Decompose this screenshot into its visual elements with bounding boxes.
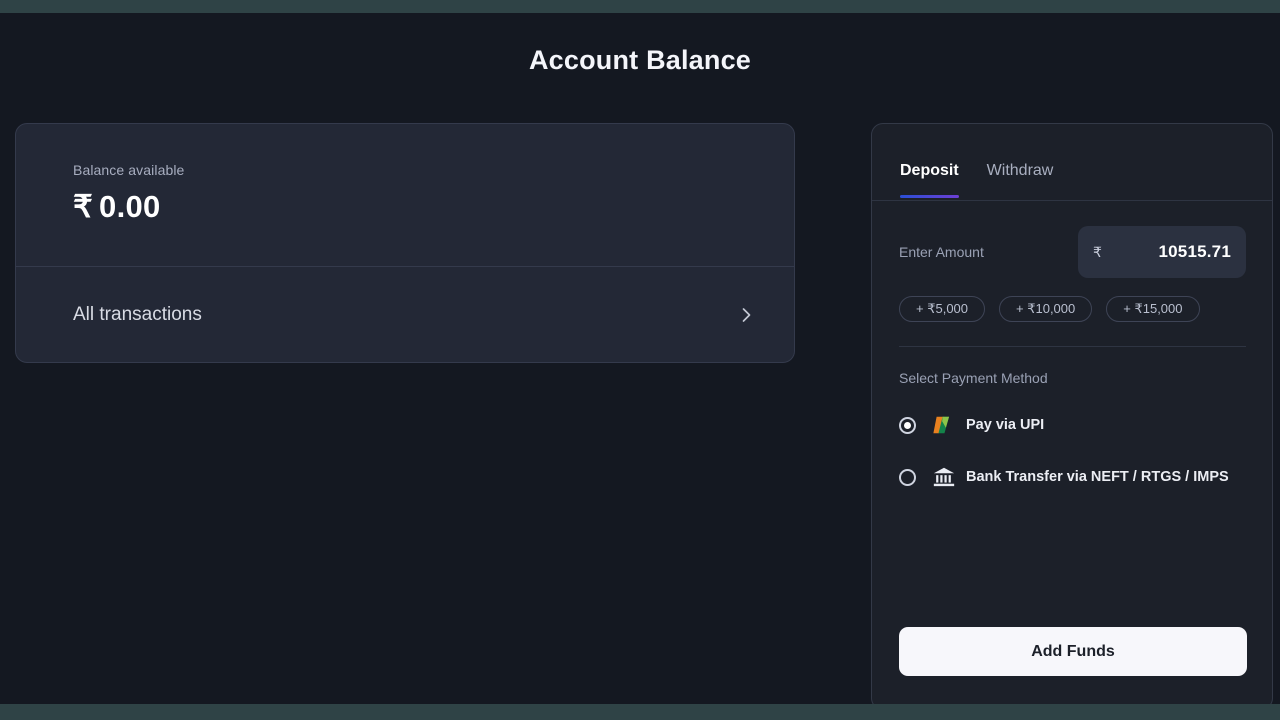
tab-withdraw[interactable]: Withdraw bbox=[987, 162, 1054, 198]
panel-body: Enter Amount ₹ 10515.71 + ₹5,000 + ₹10,0… bbox=[872, 201, 1272, 704]
tab-deposit[interactable]: Deposit bbox=[900, 162, 959, 198]
bank-building-icon bbox=[931, 464, 957, 490]
add-funds-button[interactable]: Add Funds bbox=[899, 627, 1247, 676]
app-viewport: Account Balance Balance available ₹0.00 … bbox=[0, 13, 1280, 704]
deposit-panel: Deposit Withdraw Enter Amount ₹ 10515.71… bbox=[871, 123, 1273, 704]
section-divider bbox=[899, 346, 1246, 347]
balance-card: Balance available ₹0.00 All transactions bbox=[15, 123, 795, 363]
balance-amount: ₹0.00 bbox=[73, 189, 794, 225]
amount-input-value: 10515.71 bbox=[1158, 242, 1231, 261]
amount-input[interactable]: ₹ 10515.71 bbox=[1078, 226, 1246, 278]
amount-row: Enter Amount ₹ 10515.71 bbox=[899, 226, 1246, 278]
rupee-symbol-icon: ₹ bbox=[1093, 243, 1102, 260]
all-transactions-label: All transactions bbox=[73, 304, 202, 325]
balance-amount-value: 0.00 bbox=[99, 189, 161, 224]
quick-amount-5000[interactable]: + ₹5,000 bbox=[899, 296, 986, 322]
radio-upi[interactable] bbox=[899, 416, 916, 434]
rupee-symbol-icon: ₹ bbox=[73, 189, 94, 224]
browser-chrome-top bbox=[0, 0, 1280, 13]
all-transactions-row[interactable]: All transactions bbox=[16, 267, 794, 362]
select-payment-method-label: Select Payment Method bbox=[899, 370, 1048, 386]
quick-amount-15000[interactable]: + ₹15,000 bbox=[1106, 296, 1200, 322]
browser-chrome-bottom bbox=[0, 704, 1280, 720]
payment-option-upi-label: Pay via UPI bbox=[966, 417, 1045, 433]
radio-bank-transfer[interactable] bbox=[899, 468, 916, 486]
payment-option-bank-transfer-label: Bank Transfer via NEFT / RTGS / IMPS bbox=[966, 469, 1229, 485]
panel-tabs: Deposit Withdraw bbox=[872, 124, 1272, 201]
balance-available-label: Balance available bbox=[73, 162, 185, 178]
chevron-right-icon bbox=[736, 305, 756, 325]
payment-option-upi[interactable]: Pay via UPI bbox=[899, 412, 1246, 438]
payment-option-bank-transfer[interactable]: Bank Transfer via NEFT / RTGS / IMPS bbox=[899, 464, 1246, 490]
upi-logo-icon bbox=[931, 412, 957, 438]
enter-amount-label: Enter Amount bbox=[899, 244, 984, 260]
quick-amount-10000[interactable]: + ₹10,000 bbox=[999, 296, 1093, 322]
page-title: Account Balance bbox=[528, 45, 752, 75]
quick-amount-chips: + ₹5,000 + ₹10,000 + ₹15,000 bbox=[899, 296, 1246, 322]
balance-summary: Balance available ₹0.00 bbox=[16, 124, 794, 266]
